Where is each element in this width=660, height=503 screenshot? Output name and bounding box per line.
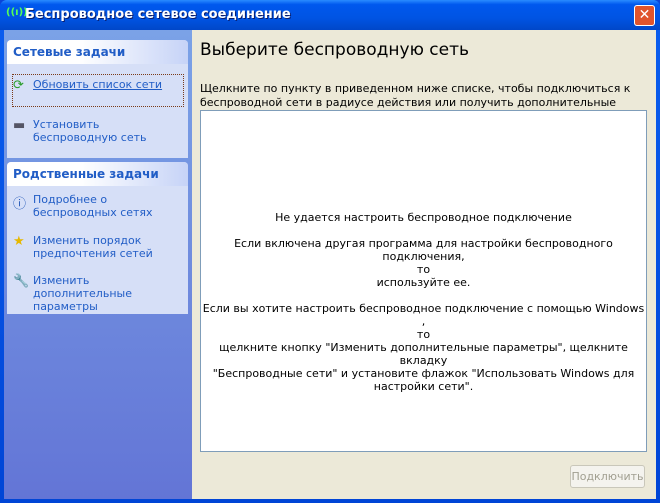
message-line: "Беспроводные сети" и установите флажок … (212, 367, 635, 380)
client-area: Сетевые задачи ⟳ Обновить список сети ▬ … (4, 30, 656, 499)
network-tasks-panel: Сетевые задачи ⟳ Обновить список сети ▬ … (7, 40, 188, 158)
title-bar[interactable]: ((ı)) Беспроводное сетевое соединение ✕ (0, 0, 660, 30)
message-line: то (416, 263, 431, 276)
message-line: Если включена другая программа для настр… (234, 237, 613, 263)
message-line: щелкните кнопку "Изменить дополнительные… (219, 341, 628, 367)
network-list[interactable]: Не удается настроить беспроводное подклю… (200, 110, 647, 452)
window-title: Беспроводное сетевое соединение (25, 7, 291, 22)
wireless-setup-icon: ▬ (13, 118, 26, 133)
message-line: Не удается настроить беспроводное подклю… (275, 211, 572, 224)
related-tasks-panel: Родственные задачи ⓘ Подробнее о беспров… (7, 162, 188, 314)
main-pane: Выберите беспроводную сеть Щелкните по п… (192, 30, 656, 499)
network-tasks-header: Сетевые задачи (7, 40, 188, 64)
refresh-icon: ⟳ (13, 78, 24, 93)
refresh-network-list-link[interactable]: ⟳ Обновить список сети (12, 74, 184, 107)
advanced-settings-link[interactable]: 🔧 Изменить дополнительные параметры (13, 274, 183, 313)
change-order-link[interactable]: ★ Изменить порядок предпочтения сетей (13, 234, 183, 260)
connect-button[interactable]: Подключить (570, 465, 645, 488)
info-icon: ⓘ (13, 197, 27, 212)
task-pane: Сетевые задачи ⟳ Обновить список сети ▬ … (4, 30, 192, 499)
page-title: Выберите беспроводную сеть (200, 40, 470, 60)
message-line: то (416, 328, 431, 341)
star-icon: ★ (13, 234, 25, 249)
related-tasks-header: Родственные задачи (7, 162, 188, 186)
wireless-icon: ((ı)) (6, 7, 28, 18)
settings-icon: 🔧 (13, 274, 30, 289)
message-line: настройки сети". (373, 380, 474, 393)
setup-wireless-network-link[interactable]: ▬ Установить беспроводную сеть (13, 118, 183, 144)
message-line: используйте ее. (376, 276, 471, 289)
close-button[interactable]: ✕ (634, 5, 655, 26)
learn-wireless-link[interactable]: ⓘ Подробнее о беспроводных сетях (13, 193, 183, 219)
window: ((ı)) Беспроводное сетевое соединение ✕ … (0, 0, 660, 503)
error-message: Не удается настроить беспроводное подклю… (201, 211, 646, 393)
message-line: Если вы хотите настроить беспроводное по… (202, 302, 645, 328)
